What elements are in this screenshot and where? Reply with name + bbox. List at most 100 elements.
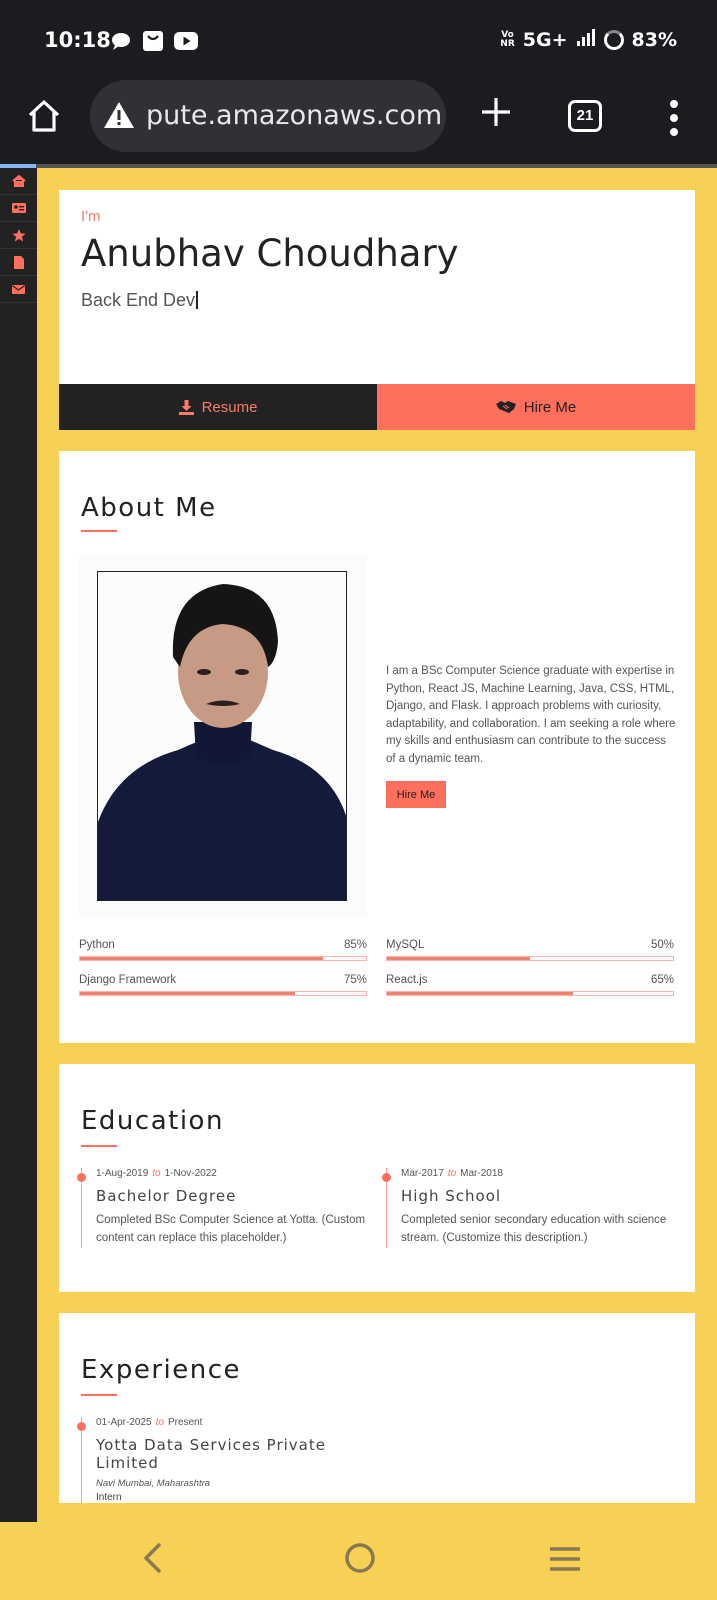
- skill-bar-fill: [387, 992, 573, 995]
- date-to: Present: [167, 1417, 203, 1428]
- resume-button[interactable]: Resume: [59, 384, 377, 430]
- status-bar: 10:18 Vo NR 5G+ 83%: [0, 0, 717, 80]
- browser-toolbar: pute.amazonaws.com 21: [0, 80, 717, 166]
- skill-bar-fill: [80, 992, 295, 995]
- browser-menu-button[interactable]: [668, 98, 680, 138]
- hire-me-button[interactable]: Hire Me: [377, 384, 695, 430]
- date-to: 1-Nov-2022: [164, 1168, 217, 1179]
- skill-python: Python 85%: [79, 939, 367, 961]
- back-button[interactable]: [140, 1540, 164, 1581]
- about-title-underline: [81, 530, 117, 532]
- back-chevron-icon: [143, 1542, 162, 1574]
- date-from: Mar-2017: [401, 1168, 444, 1179]
- status-indicators: Vo NR 5G+ 83%: [500, 28, 677, 51]
- sidebar-item-skills[interactable]: [0, 222, 37, 249]
- experience-dates: 01-Apr-2025 to Present: [96, 1417, 341, 1428]
- date-from: 01-Apr-2025: [96, 1417, 152, 1428]
- education-title-text: Bachelor Degree: [96, 1187, 237, 1205]
- education-description: Completed BSc Computer Science at Yotta.…: [96, 1214, 366, 1244]
- menu-lines-icon: [550, 1547, 580, 1571]
- new-tab-button[interactable]: [478, 94, 514, 130]
- date-from: 1-Aug-2019: [96, 1168, 149, 1179]
- skill-mysql: MySQL 50%: [386, 939, 674, 961]
- experience-title-underline: [81, 1394, 117, 1396]
- date-to-word: to: [152, 1168, 161, 1179]
- tab-switcher-button[interactable]: 21: [568, 100, 602, 132]
- envelope-icon: [12, 284, 25, 294]
- skill-name: Django Framework: [79, 974, 177, 986]
- sidebar-item-about[interactable]: [0, 195, 37, 222]
- status-time: 10:18: [44, 28, 111, 52]
- about-title: About Me: [81, 493, 217, 523]
- youtube-icon: [174, 32, 198, 55]
- skill-reactjs: React.js 65%: [386, 974, 674, 996]
- address-bar[interactable]: pute.amazonaws.com: [90, 80, 446, 152]
- skill-name: MySQL: [386, 939, 425, 951]
- sidebar-item-contact[interactable]: [0, 276, 37, 303]
- experience-card: Experience 01-Apr-2025 to Present Yotta Da…: [59, 1313, 695, 1503]
- about-description: I am a BSc Computer Science graduate wit…: [386, 665, 676, 765]
- skill-percent: 50%: [650, 939, 674, 951]
- page-load-progress: [0, 164, 717, 168]
- file-icon: [13, 255, 24, 269]
- education-dates: Mar-2017 to Mar-2018: [401, 1168, 676, 1179]
- date-to: Mar-2018: [460, 1168, 503, 1179]
- side-nav: [0, 168, 37, 1522]
- browser-home-button[interactable]: [26, 98, 62, 134]
- shopping-bag-icon: [142, 30, 164, 57]
- typing-caret: [196, 291, 199, 309]
- profile-photo: [97, 571, 347, 901]
- education-item: Mar-2017 to Mar-2018 High School Completed…: [382, 1168, 676, 1248]
- battery-icon: [603, 29, 624, 50]
- home-icon: [11, 175, 26, 187]
- education-title-text: High School: [401, 1187, 502, 1205]
- system-nav-bar: [0, 1522, 717, 1600]
- sidebar-item-resume[interactable]: [0, 249, 37, 276]
- circle-home-icon: [345, 1543, 375, 1573]
- warning-icon[interactable]: [102, 100, 136, 135]
- handshake-icon: [495, 401, 516, 413]
- experience-location: Navi Mumbai, Maharashtra: [96, 1478, 211, 1489]
- plus-icon: [482, 98, 510, 126]
- education-item: 1-Aug-2019 to 1-Nov-2022 Bachelor Degree C…: [77, 1168, 371, 1248]
- about-card: About Me I am a BSc Computer Science gra…: [59, 451, 695, 1043]
- network-label: 5G+: [522, 28, 568, 51]
- home-icon: [28, 100, 60, 132]
- skill-bar: [79, 991, 367, 996]
- resume-button-label: Resume: [201, 398, 258, 416]
- education-description: Completed senior secondary education wit…: [401, 1214, 667, 1244]
- skill-bar: [386, 991, 674, 996]
- education-title: Education: [81, 1106, 224, 1136]
- skill-percent: 65%: [650, 974, 674, 986]
- sidebar-item-home[interactable]: [0, 168, 37, 195]
- skill-name: Python: [79, 939, 115, 951]
- date-to-word: to: [447, 1168, 457, 1179]
- experience-role: Intern: [96, 1492, 122, 1503]
- signal-icon: [576, 28, 596, 51]
- url-text[interactable]: pute.amazonaws.com: [146, 100, 442, 131]
- about-hire-me-button[interactable]: Hire Me: [386, 781, 446, 808]
- skill-name: React.js: [386, 974, 428, 986]
- home-nav-button[interactable]: [344, 1542, 376, 1579]
- notification-icons: [110, 30, 198, 57]
- skill-bar: [386, 956, 674, 961]
- profile-photo-frame: [79, 555, 367, 917]
- hero-role-text: Back End Dev: [81, 290, 196, 310]
- hero-name: Anubhav Choudhary: [81, 232, 459, 275]
- chat-bubble-icon: [110, 31, 132, 56]
- id-card-icon: [11, 203, 26, 213]
- hero-role: Back End Dev: [81, 290, 199, 311]
- recent-apps-button[interactable]: [548, 1546, 582, 1577]
- skill-bar-fill: [80, 957, 324, 960]
- education-title-underline: [81, 1145, 117, 1147]
- skill-percent: 75%: [343, 974, 367, 986]
- timeline-dot: [77, 1173, 86, 1182]
- hero-actions: Resume Hire Me: [59, 384, 695, 430]
- experience-title: Experience: [81, 1355, 241, 1385]
- timeline-dot: [382, 1173, 391, 1182]
- timeline-dot: [77, 1422, 86, 1431]
- skill-bar: [79, 956, 367, 961]
- education-card: Education 1-Aug-2019 to 1-Nov-2022 Bachelo…: [59, 1064, 695, 1292]
- date-to-word: to: [155, 1417, 164, 1428]
- experience-company: Yotta Data Services Private Limited: [96, 1436, 326, 1472]
